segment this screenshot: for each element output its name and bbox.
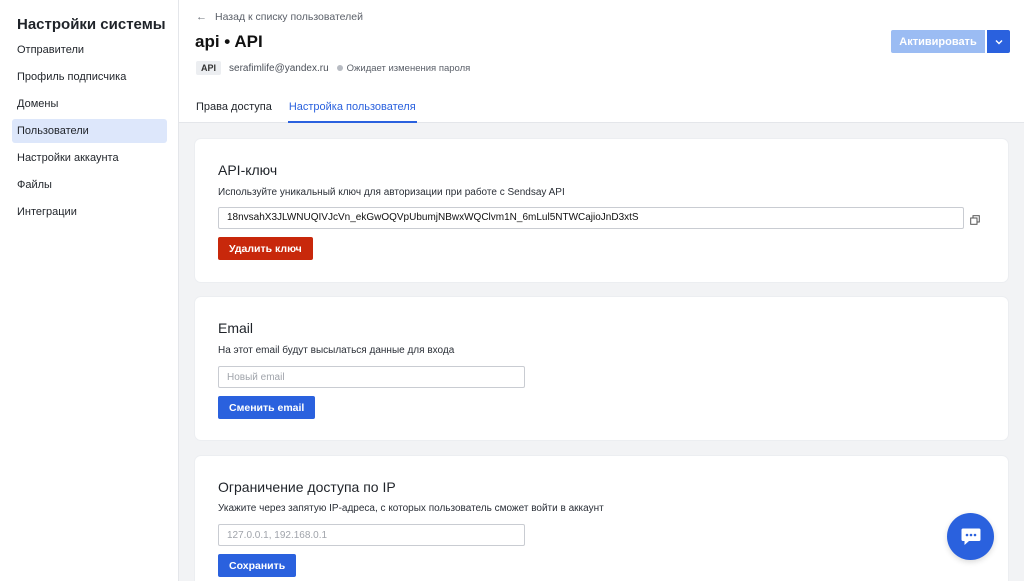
delete-key-button[interactable]: Удалить ключ [218,237,313,260]
email-card: Email На этот email будут высылаться дан… [195,297,1008,440]
back-link[interactable]: ← Назад к списку пользователей [196,10,363,24]
status-dot-icon [336,65,343,71]
tab-access-rights[interactable]: Права доступа [195,96,273,123]
sidebar-item-senders[interactable]: Отправители [12,38,167,62]
sidebar-title: Настройки системы [17,16,166,33]
role-badge: API [196,61,222,75]
sidebar-item-files[interactable]: Файлы [12,173,167,197]
sidebar-item-integrations[interactable]: Интеграции [12,200,167,224]
sidebar-item-users[interactable]: Пользователи [12,119,167,143]
user-email: serafimlife@yandex.ru [229,62,329,74]
sidebar-item-account-settings[interactable]: Настройки аккаунта [12,146,167,170]
api-key-card: API-ключ Используйте уникальный ключ для… [195,139,1008,282]
chat-button[interactable] [947,513,994,560]
arrow-left-icon: ← [196,11,207,23]
api-key-description: Используйте уникальный ключ для авториза… [218,187,565,198]
chat-icon [961,528,980,545]
sidebar: Настройки системы Отправители Профиль по… [0,0,179,581]
activate-button[interactable]: Активировать [891,30,985,53]
user-meta: API serafimlife@yandex.ru Ожидает измене… [196,60,470,76]
email-title: Email [218,320,254,336]
status-text: Ожидает изменения пароля [346,62,471,74]
sidebar-item-domains[interactable]: Домены [12,92,167,116]
email-description: На этот email будут высылаться данные дл… [218,345,455,356]
status-badge: Ожидает изменения пароля [336,62,471,74]
ip-restriction-title: Ограничение доступа по IP [218,479,396,495]
activate-group: Активировать [891,30,1010,53]
new-email-input[interactable] [218,366,525,388]
ip-addresses-input[interactable] [218,524,525,546]
copy-icon[interactable] [970,215,980,225]
save-button[interactable]: Сохранить [218,554,297,577]
page-header: ← Назад к списку пользователей api • API… [179,0,1024,123]
api-key-title: API-ключ [218,162,278,178]
ip-restriction-description: Укажите через запятую IP-адреса, с котор… [218,503,604,514]
chevron-down-icon [995,39,1002,44]
page-title: api • API [195,32,263,51]
sidebar-item-subscriber-profile[interactable]: Профиль подписчика [12,65,167,89]
activate-dropdown-button[interactable] [987,30,1010,53]
tabs: Права доступа Настройка пользователя [195,96,417,123]
api-key-field[interactable]: 18nvsahX3JLWNUQIVJcVn_ekGwOQVpUbumjNBwxW… [218,207,964,229]
ip-restriction-card: Ограничение доступа по IP Укажите через … [195,456,1008,581]
change-email-button[interactable]: Сменить email [218,396,316,419]
back-link-label: Назад к списку пользователей [215,11,363,23]
tab-user-settings[interactable]: Настройка пользователя [287,96,417,123]
